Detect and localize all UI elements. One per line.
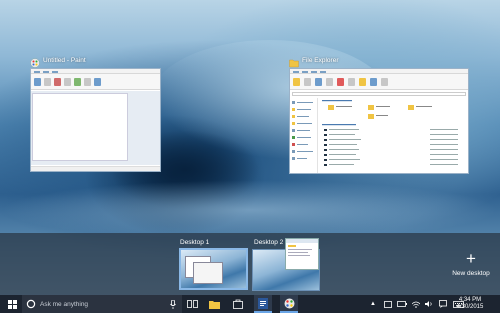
ribbon-toolbar: [31, 74, 160, 90]
action-center-icon[interactable]: [439, 300, 447, 308]
explorer-window-preview: [289, 68, 469, 174]
window-title: File Explorer: [302, 56, 339, 64]
taskbar-clock[interactable]: 4:34 PM 4/30/2015: [452, 297, 488, 311]
cortana-search-box[interactable]: Ask me anything: [22, 295, 182, 313]
start-button[interactable]: [4, 295, 20, 313]
virtual-desktops-bar: [0, 233, 500, 295]
new-desktop-label: New desktop: [452, 270, 490, 277]
document-icon: [258, 297, 268, 309]
taskbar: Ask me anything ▲ 4:34 PM 4/30/2015: [0, 295, 500, 313]
desktop-2-label: Desktop 2: [254, 239, 284, 246]
store-icon: [233, 299, 243, 309]
ribbon-toolbar: [290, 74, 468, 90]
battery-icon[interactable]: [397, 301, 407, 307]
folder-icon: [208, 300, 220, 309]
volume-icon[interactable]: [424, 300, 433, 308]
window-title-bar: File Explorer: [289, 53, 469, 68]
paint-icon: [284, 298, 294, 308]
desktop-1-thumbnail[interactable]: [179, 248, 248, 290]
paint-icon: [30, 55, 40, 68]
taskbar-word[interactable]: [254, 295, 272, 313]
task-view-window-file-explorer[interactable]: File Explorer: [289, 53, 469, 174]
tablet-mode-icon[interactable]: [384, 300, 392, 308]
paint-canvas-area: [31, 91, 160, 165]
navigation-pane: [290, 98, 318, 173]
folder-icon: [289, 55, 299, 68]
address-bar: [292, 92, 466, 96]
task-view-window-paint[interactable]: Untitled - Paint: [30, 53, 161, 173]
taskbar-store[interactable]: [230, 295, 246, 313]
window-title-bar: Untitled - Paint: [30, 53, 161, 68]
task-view-button[interactable]: [184, 295, 200, 313]
cortana-icon: [26, 299, 36, 309]
clock-time: 4:34 PM: [458, 297, 482, 303]
new-desktop-button[interactable]: + New desktop: [446, 250, 496, 277]
taskbar-file-explorer[interactable]: [206, 295, 222, 313]
window-title: Untitled - Paint: [43, 56, 86, 64]
windows-logo-icon: [7, 299, 17, 309]
plus-icon: +: [466, 249, 476, 268]
paint-canvas: [32, 93, 128, 161]
system-tray: ▲: [370, 295, 464, 313]
task-view-icon: [186, 300, 198, 308]
wifi-icon[interactable]: [411, 300, 420, 308]
search-placeholder: Ask me anything: [40, 300, 89, 308]
wallpaper-foam: [0, 180, 500, 240]
microphone-icon[interactable]: [170, 299, 176, 309]
taskbar-paint[interactable]: [280, 295, 298, 313]
clock-date: 4/30/2015: [456, 304, 484, 310]
desktop-1-window-preview-2: [193, 262, 223, 284]
desktop-2-window-peek: [285, 238, 319, 270]
paint-window-preview: [30, 68, 161, 172]
desktop-1-label: Desktop 1: [180, 239, 210, 246]
file-list: [320, 98, 468, 173]
status-bar: [31, 166, 160, 171]
show-hidden-icons-icon[interactable]: ▲: [370, 301, 376, 307]
